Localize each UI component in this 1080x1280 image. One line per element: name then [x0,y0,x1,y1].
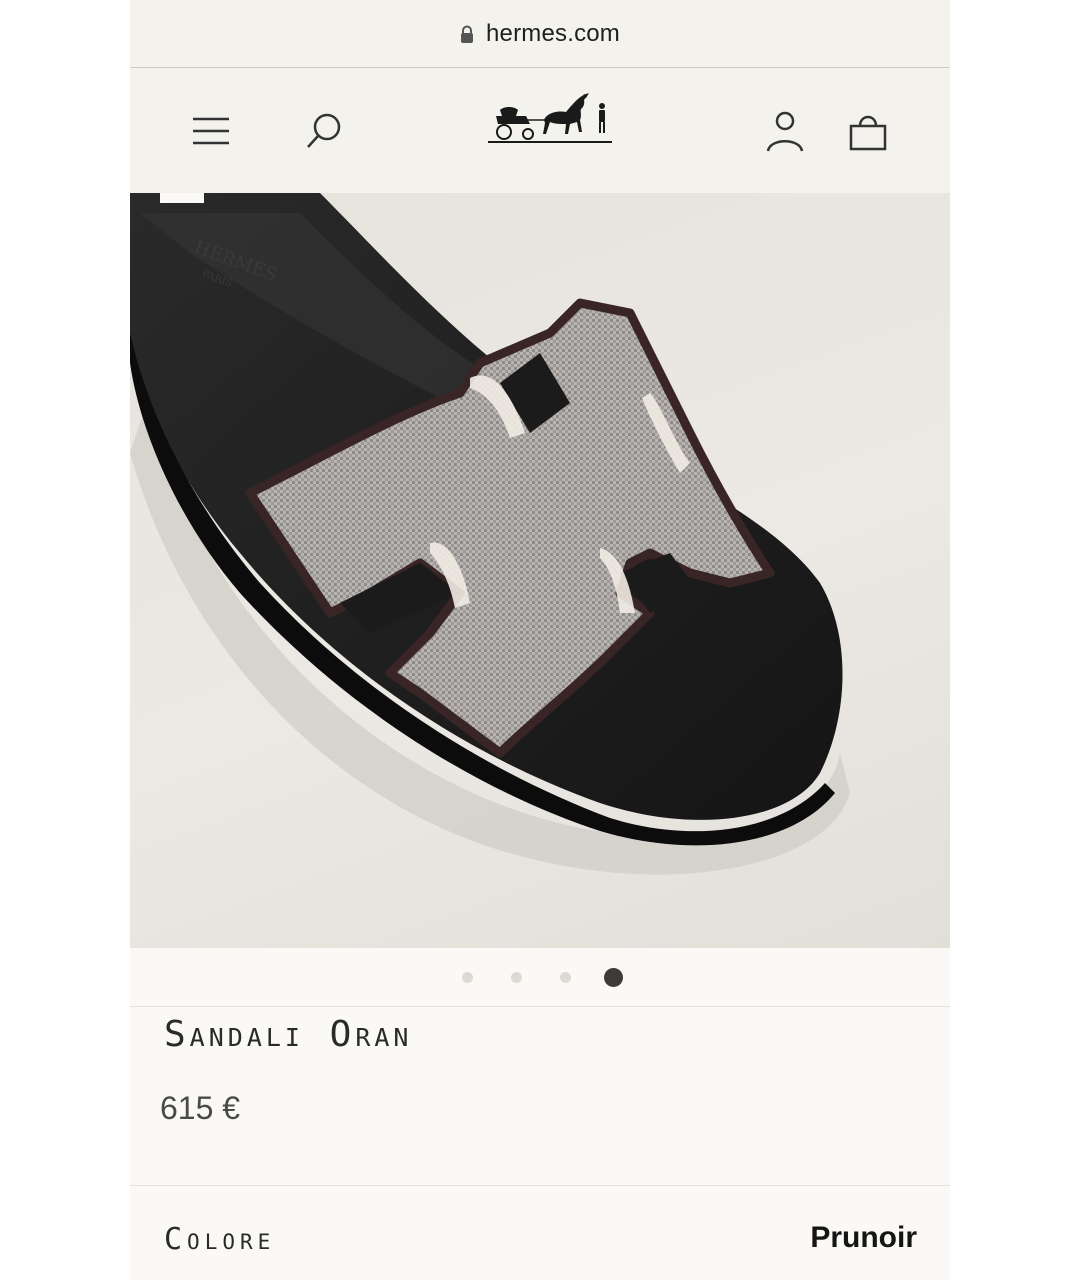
color-label: Colore [164,1222,276,1257]
image-corner-tab [160,193,204,203]
search-icon[interactable] [301,108,347,154]
gallery-dot-2[interactable] [511,971,522,983]
gallery-dot-1[interactable] [462,971,473,983]
product-title: Sandali Oran [164,1014,413,1055]
browser-address-bar[interactable]: hermes.com [130,0,950,68]
sandal-illustration: HERMÈS PARIS [130,193,850,875]
site-header [130,68,950,193]
lock-icon [460,25,473,43]
gallery-pagination [130,948,950,1007]
mobile-page: hermes.com HERMÈS PARIS Sandali Oran 615… [130,0,950,1280]
gallery-dot-3[interactable] [560,971,571,983]
color-selector[interactable]: Prunoir [810,1221,917,1255]
carriage-horse-logo[interactable] [486,90,614,148]
product-price: 615 € [160,1090,241,1126]
product-image[interactable]: HERMÈS PARIS [130,193,950,948]
shopping-bag-icon[interactable] [845,108,891,154]
section-divider [130,1185,950,1186]
url-host: hermes.com [485,19,621,47]
user-icon[interactable] [762,108,808,154]
gallery-dot-4-active[interactable] [604,967,623,987]
hamburger-menu-icon[interactable] [188,108,234,154]
